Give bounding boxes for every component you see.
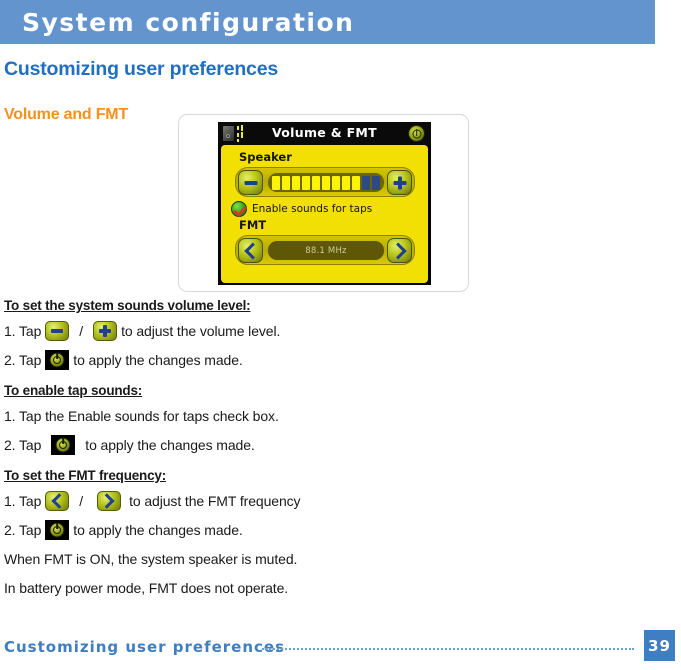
fmt-step-2: 2. Tap to apply the changes made.: [4, 519, 664, 541]
page-footer: Customizing user preferences 39: [0, 624, 681, 670]
minus-icon: [244, 180, 257, 185]
checkmark-icon[interactable]: [231, 201, 247, 217]
volume-step-1-suffix: to adjust the volume level.: [121, 323, 281, 339]
volume-minus-button[interactable]: [238, 170, 263, 195]
fmt-step-1-prefix: 1. Tap: [4, 493, 42, 509]
fmt-note-2: In battery power mode, FMT does not oper…: [4, 577, 664, 599]
page-title: System configuration: [22, 8, 355, 37]
chevron-left-button-chip[interactable]: [45, 491, 70, 511]
enable-sounds-label: Enable sounds for taps: [252, 203, 373, 215]
footer-dotted-rule: [262, 648, 634, 650]
volume-step-2: 2. Tap to apply the changes made.: [4, 349, 664, 371]
volume-instructions-heading: To set the system sounds volume level:: [4, 298, 251, 313]
device-screenshot-frame: Volume & FMT Speaker Enable sounds for t…: [178, 114, 469, 292]
section-subheading: Volume and FMT: [4, 106, 129, 123]
volume-step-1: 1. Tap / to adjust the volume level.: [4, 320, 664, 342]
fmt-step-1-separator: /: [79, 493, 84, 509]
enable-sounds-checkbox-row[interactable]: Enable sounds for taps: [231, 201, 372, 217]
device-screen: Volume & FMT Speaker Enable sounds for t…: [218, 122, 431, 285]
fmt-note-1-text: When FMT is ON, the system speaker is mu…: [4, 551, 298, 567]
device-body: Speaker Enable sounds for taps FMT 88.1 …: [221, 145, 428, 283]
page-number-badge: 39: [644, 630, 675, 661]
device-screen-title: Volume & FMT: [272, 125, 377, 140]
fmt-control-panel: 88.1 MHz: [235, 235, 415, 265]
fmt-step-1-suffix: to adjust the FMT frequency: [129, 493, 301, 509]
fmt-step-2-suffix: to apply the changes made.: [73, 522, 243, 538]
volume-plus-button[interactable]: [387, 170, 412, 195]
volume-level-bar[interactable]: [268, 173, 384, 192]
fmt-note-2-text: In battery power mode, FMT does not oper…: [4, 580, 289, 596]
minus-icon: [51, 329, 64, 333]
power-button-icon[interactable]: [408, 125, 425, 142]
minus-button-chip[interactable]: [45, 321, 70, 341]
speaker-label: Speaker: [239, 150, 292, 164]
fmt-instructions-heading: To set the FMT frequency:: [4, 468, 167, 483]
section-heading: Customizing user preferences: [4, 58, 278, 80]
page-header-bar: System configuration: [0, 0, 655, 44]
tap-sounds-step-2-suffix: to apply the changes made.: [85, 437, 255, 453]
power-button-chip[interactable]: [45, 350, 70, 370]
fmt-step-2-prefix: 2. Tap: [4, 522, 42, 538]
volume-step-2-suffix: to apply the changes made.: [73, 352, 243, 368]
power-button-chip[interactable]: [51, 435, 76, 455]
chevron-right-icon: [389, 242, 407, 259]
tap-sounds-instructions-heading: To enable tap sounds:: [4, 383, 143, 398]
chevron-right-button-chip[interactable]: [97, 491, 122, 511]
power-button-chip[interactable]: [45, 520, 70, 540]
volume-step-1-separator: /: [79, 323, 84, 339]
volume-step-2-prefix: 2. Tap: [4, 352, 42, 368]
volume-step-1-prefix: 1. Tap: [4, 323, 42, 339]
fmt-previous-button[interactable]: [238, 238, 263, 263]
tap-sounds-step-2: 2. Tap to apply the changes made.: [4, 434, 664, 456]
fmt-step-1: 1. Tap / to adjust the FMT frequency: [4, 490, 664, 512]
fmt-next-button[interactable]: [387, 238, 412, 263]
fmt-frequency-display: 88.1 MHz: [268, 241, 384, 260]
tap-sounds-step-1: 1. Tap the Enable sounds for taps check …: [4, 405, 664, 427]
fmt-note-1: When FMT is ON, the system speaker is mu…: [4, 548, 664, 570]
volume-control-panel: [235, 167, 415, 197]
tap-sounds-step-2-prefix: 2. Tap: [4, 437, 42, 453]
tap-sounds-step-1-text: 1. Tap the Enable sounds for taps check …: [4, 408, 279, 424]
plus-button-chip[interactable]: [93, 321, 118, 341]
fmt-label: FMT: [239, 218, 267, 232]
instructions-block: To set the system sounds volume level: 1…: [4, 298, 664, 606]
device-titlebar: Volume & FMT: [218, 122, 431, 145]
footer-section-label: Customizing user preferences: [4, 638, 286, 656]
chevron-left-icon: [243, 242, 261, 259]
